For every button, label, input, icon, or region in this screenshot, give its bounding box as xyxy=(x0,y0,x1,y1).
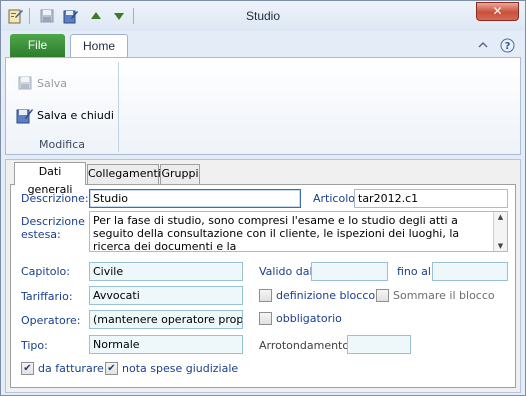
tab-dati-generali[interactable]: Dati generali xyxy=(14,162,86,196)
descrizione-estesa-text: Per la fase di studio, sono compresi l'e… xyxy=(93,214,460,252)
sommare-blocco-checkbox[interactable]: Sommare il blocco xyxy=(376,289,495,302)
tariffario-field[interactable]: Avvocati xyxy=(89,286,243,305)
salva-button[interactable]: Salva xyxy=(16,74,67,92)
definizione-blocco-checkbox[interactable]: definizione blocco xyxy=(259,289,375,302)
salva-label: Salva xyxy=(37,76,68,90)
content-area: Dati generali Collegamenti Gruppi Descri… xyxy=(5,159,521,393)
nota-spese-label: nota spese giudiziale xyxy=(122,362,239,375)
fino-al-field[interactable] xyxy=(432,262,508,281)
articolo-label: Articolo: xyxy=(313,192,359,205)
tab-gruppi[interactable]: Gruppi xyxy=(160,164,200,184)
articolo-field[interactable]: tar2012.c1 xyxy=(354,189,508,208)
nota-spese-checkbox[interactable]: ✔ nota spese giudiziale xyxy=(105,362,238,375)
ribbon-body: Salva Salva e chiudi Modifica xyxy=(5,57,521,155)
minimize-ribbon-icon[interactable] xyxy=(475,37,491,53)
window-title: Studio xyxy=(245,9,281,23)
descrizione-estesa-field[interactable]: Per la fase di studio, sono compresi l'e… xyxy=(89,211,508,252)
home-tab[interactable]: Home xyxy=(70,34,128,58)
operatore-label: Operatore: xyxy=(21,314,81,327)
da-fatturare-checkbox[interactable]: ✔ da fatturare xyxy=(21,362,104,375)
title-bar: Studio ✕ xyxy=(1,1,525,31)
arrotondamento-field[interactable] xyxy=(347,335,411,354)
valido-dal-field[interactable] xyxy=(311,262,388,281)
save-close-icon xyxy=(16,106,34,124)
capitolo-label: Capitolo: xyxy=(21,265,70,278)
valido-dal-label: Valido dal: xyxy=(259,265,317,278)
definizione-blocco-box xyxy=(259,289,272,302)
operatore-field[interactable]: (mantenere operatore propost xyxy=(89,310,243,329)
definizione-blocco-label: definizione blocco xyxy=(276,289,376,302)
salva-chiudi-label: Salva e chiudi xyxy=(37,108,114,122)
obbligatorio-box xyxy=(259,312,272,325)
fino-al-label: fino al: xyxy=(397,265,435,278)
help-icon[interactable]: ? xyxy=(499,37,515,53)
scroll-up-icon[interactable]: ▲ xyxy=(494,212,507,222)
capitolo-field[interactable]: Civile xyxy=(89,262,243,281)
dati-generali-panel: Descrizione: Studio Articolo: tar2012.c1… xyxy=(10,184,516,388)
tipo-label: Tipo: xyxy=(21,339,48,352)
svg-text:?: ? xyxy=(504,41,510,52)
da-fatturare-check-icon: ✔ xyxy=(21,362,34,375)
file-tab[interactable]: File xyxy=(10,34,65,57)
tab-collegamenti[interactable]: Collegamenti xyxy=(87,164,161,184)
sommare-blocco-box xyxy=(376,289,389,302)
close-button[interactable]: ✕ xyxy=(476,2,519,21)
save-icon xyxy=(16,74,34,92)
arrotondamento-label: Arrotondamento: xyxy=(259,339,353,352)
scroll-down-icon[interactable]: ▼ xyxy=(494,241,507,251)
obbligatorio-checkbox[interactable]: obbligatorio xyxy=(259,312,342,325)
memo-scrollbar[interactable]: ▲ ▼ xyxy=(493,212,507,251)
descrizione-estesa-label-1: Descrizione xyxy=(21,215,85,228)
nota-spese-check-icon: ✔ xyxy=(105,362,118,375)
group-divider xyxy=(118,62,119,152)
descrizione-estesa-label-2: estesa: xyxy=(21,228,61,241)
salva-chiudi-button[interactable]: Salva e chiudi xyxy=(16,106,114,124)
descrizione-field[interactable]: Studio xyxy=(89,189,301,208)
sommare-blocco-label: Sommare il blocco xyxy=(393,289,495,302)
group-label-modifica: Modifica xyxy=(39,138,85,151)
tariffario-label: Tariffario: xyxy=(21,290,73,303)
tipo-field[interactable]: Normale xyxy=(89,335,243,354)
studio-window: Studio ✕ File Home ? Salva Salva e chiud… xyxy=(0,0,526,396)
da-fatturare-label: da fatturare xyxy=(38,362,104,375)
obbligatorio-label: obbligatorio xyxy=(276,312,342,325)
